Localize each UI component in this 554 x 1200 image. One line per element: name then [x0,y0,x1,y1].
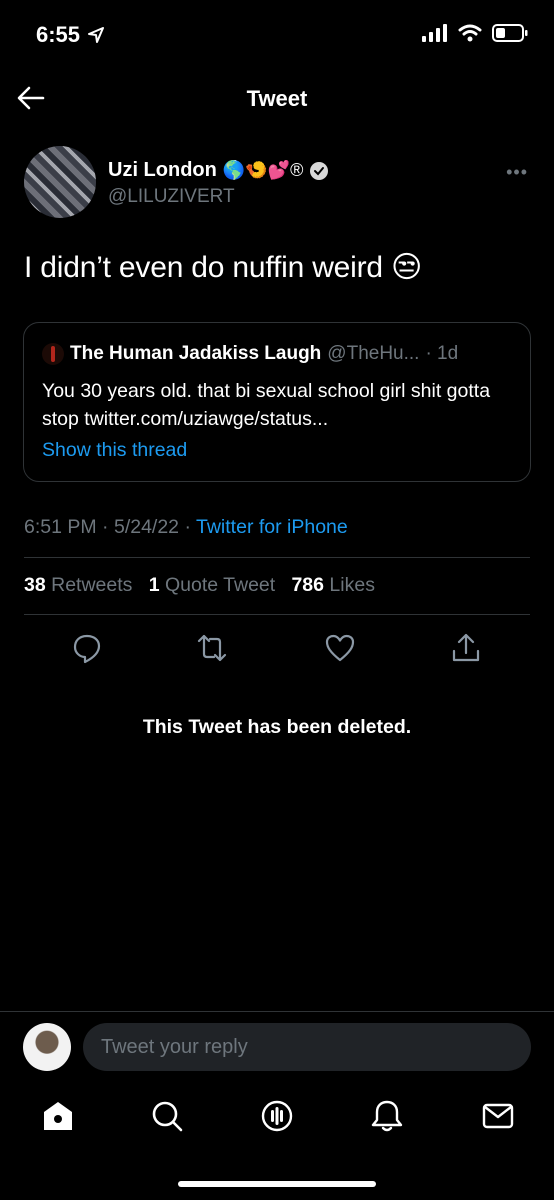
messages-envelope-icon[interactable] [480,1098,516,1134]
tweet-text: I didn’t even do nuffin weird 😒 [24,251,423,284]
home-icon[interactable] [40,1098,76,1134]
wifi-icon [458,24,482,42]
show-thread-link[interactable]: Show this thread [42,439,187,462]
engagement-stats: 38 Retweets 1 Quote Tweet 786 Likes [24,574,375,597]
author-avatar[interactable] [24,146,96,218]
quoted-author-name: The Human Jadakiss Laugh [70,343,322,364]
tweet-date: 5/24/22 [113,516,180,538]
like-heart-icon[interactable] [324,632,356,664]
likes-stat[interactable]: 786 Likes [291,574,375,596]
name-emojis: 🌎🍤💕® [222,160,304,180]
quoted-author-handle: @TheHu... [327,343,420,364]
tweet-time: 6:51 PM [24,516,97,538]
status-time: 6:55 [36,22,105,48]
quoted-tweet-text: You 30 years old. that bi sexual school … [42,380,491,430]
quote-tweets-stat[interactable]: 1 Quote Tweet [149,574,276,596]
home-indicator[interactable] [178,1181,376,1187]
retweets-stat[interactable]: 38 Retweets [24,574,132,596]
author-name: Uzi London [108,159,217,181]
reply-icon[interactable] [71,632,103,664]
page-title: Tweet [246,86,308,111]
user-avatar[interactable] [23,1023,71,1071]
cellular-signal-icon [422,24,447,42]
deleted-tweet-notice: This Tweet has been deleted. [142,716,412,738]
tweet-timestamp: 6:51 PM · 5/24/22 · Twitter for iPhone [24,516,348,538]
reply-input[interactable] [83,1023,531,1071]
divider [24,614,530,615]
spaces-icon[interactable] [259,1098,295,1134]
more-options-icon[interactable]: ••• [506,162,528,183]
notifications-bell-icon[interactable] [369,1098,405,1134]
author-name-row[interactable]: Uzi London 🌎🍤💕® [108,159,329,182]
share-icon[interactable] [450,632,482,664]
quoted-tweet-card[interactable]: The Human Jadakiss Laugh @TheHu... · 1d … [23,322,531,482]
search-icon[interactable] [149,1098,185,1134]
status-icons [422,24,528,42]
author-handle[interactable]: @LILUZIVERT [108,186,235,208]
quoted-tweet-header: The Human Jadakiss Laugh @TheHu... · 1d [42,343,458,365]
quoted-author-avatar [42,343,64,365]
tweet-source-link[interactable]: Twitter for iPhone [196,516,348,538]
retweet-icon[interactable] [196,632,228,664]
divider [24,557,530,558]
divider [0,1011,554,1012]
battery-icon [492,24,528,42]
quoted-tweet-age: · 1d [425,343,459,364]
verified-badge-icon [310,161,329,180]
location-arrow-icon [88,27,105,43]
